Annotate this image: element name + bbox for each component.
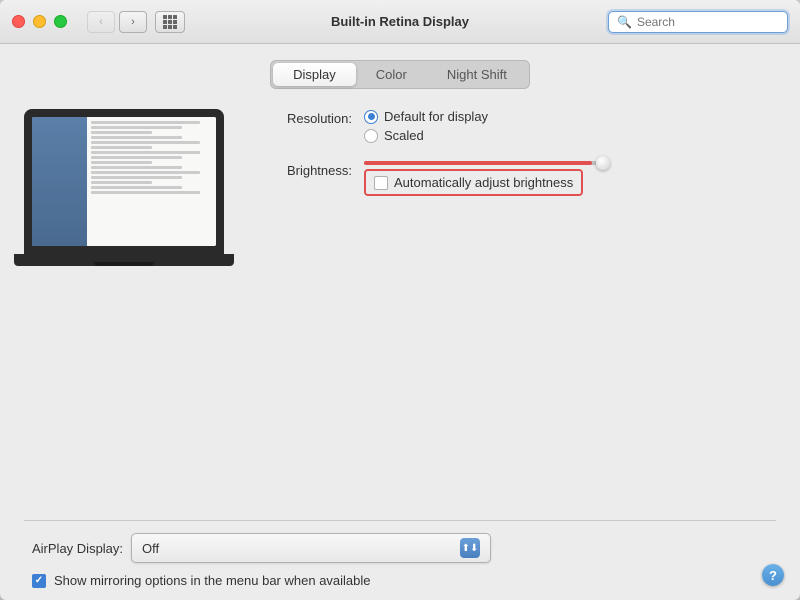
minimize-button[interactable]	[33, 15, 46, 28]
brightness-row: Brightness: Automatically adjust brightn…	[254, 161, 776, 196]
settings-controls: Resolution: Default for display Scaled	[254, 109, 776, 210]
auto-brightness-label: Automatically adjust brightness	[394, 175, 573, 190]
tabs: Display Color Night Shift	[24, 60, 776, 89]
search-box[interactable]: 🔍	[608, 11, 788, 33]
search-input[interactable]	[637, 15, 779, 29]
dropdown-arrow-icon: ⬆⬇	[460, 538, 480, 558]
brightness-controls: Automatically adjust brightness	[364, 161, 776, 196]
nav-buttons: ‹ ›	[87, 11, 147, 33]
maximize-button[interactable]	[54, 15, 67, 28]
slider-thumb[interactable]	[596, 156, 610, 170]
radio-scaled[interactable]: Scaled	[364, 128, 776, 143]
radio-scaled-label: Scaled	[384, 128, 424, 143]
tab-display[interactable]: Display	[273, 63, 356, 86]
tab-color[interactable]: Color	[356, 63, 427, 86]
tab-group: Display Color Night Shift	[270, 60, 530, 89]
radio-default-label: Default for display	[384, 109, 488, 124]
forward-button[interactable]: ›	[119, 11, 147, 33]
laptop-preview	[24, 109, 224, 266]
bottom-area: AirPlay Display: Off ⬆⬇ ✓ Show mirroring…	[24, 520, 776, 600]
window-title: Built-in Retina Display	[331, 14, 469, 29]
airplay-dropdown[interactable]: Off ⬆⬇	[131, 533, 491, 563]
radio-scaled-btn[interactable]	[364, 129, 378, 143]
radio-default[interactable]: Default for display	[364, 109, 776, 124]
tab-night-shift[interactable]: Night Shift	[427, 63, 527, 86]
laptop-screen-outer	[24, 109, 224, 254]
main-content: Display Color Night Shift	[0, 44, 800, 600]
slider-fill	[364, 161, 592, 165]
brightness-label: Brightness:	[254, 161, 364, 178]
brightness-slider-container	[364, 161, 776, 165]
search-icon: 🔍	[617, 15, 632, 29]
auto-brightness-checkbox-container[interactable]: Automatically adjust brightness	[364, 169, 583, 196]
mirror-row[interactable]: ✓ Show mirroring options in the menu bar…	[24, 573, 776, 588]
resolution-controls: Default for display Scaled	[364, 109, 776, 147]
brightness-slider[interactable]	[364, 161, 604, 165]
radio-default-btn[interactable]	[364, 110, 378, 124]
traffic-lights	[12, 15, 67, 28]
help-button[interactable]: ?	[762, 564, 784, 586]
resolution-label: Resolution:	[254, 109, 364, 126]
mirror-checkbox[interactable]: ✓	[32, 574, 46, 588]
resolution-row: Resolution: Default for display Scaled	[254, 109, 776, 147]
forward-icon: ›	[131, 16, 135, 28]
mirror-label: Show mirroring options in the menu bar w…	[54, 573, 371, 588]
grid-button[interactable]	[155, 11, 185, 33]
checkmark-icon: ✓	[35, 575, 43, 586]
grid-icon	[163, 15, 177, 29]
settings-area: Resolution: Default for display Scaled	[24, 109, 776, 266]
laptop-base	[14, 254, 234, 266]
back-button[interactable]: ‹	[87, 11, 115, 33]
laptop-screen	[32, 117, 216, 246]
airplay-value: Off	[142, 541, 159, 556]
back-icon: ‹	[99, 16, 103, 28]
airplay-row: AirPlay Display: Off ⬆⬇	[24, 533, 776, 563]
airplay-label: AirPlay Display:	[32, 541, 123, 556]
titlebar: ‹ › Built-in Retina Display 🔍	[0, 0, 800, 44]
close-button[interactable]	[12, 15, 25, 28]
auto-brightness-checkbox[interactable]	[374, 176, 388, 190]
